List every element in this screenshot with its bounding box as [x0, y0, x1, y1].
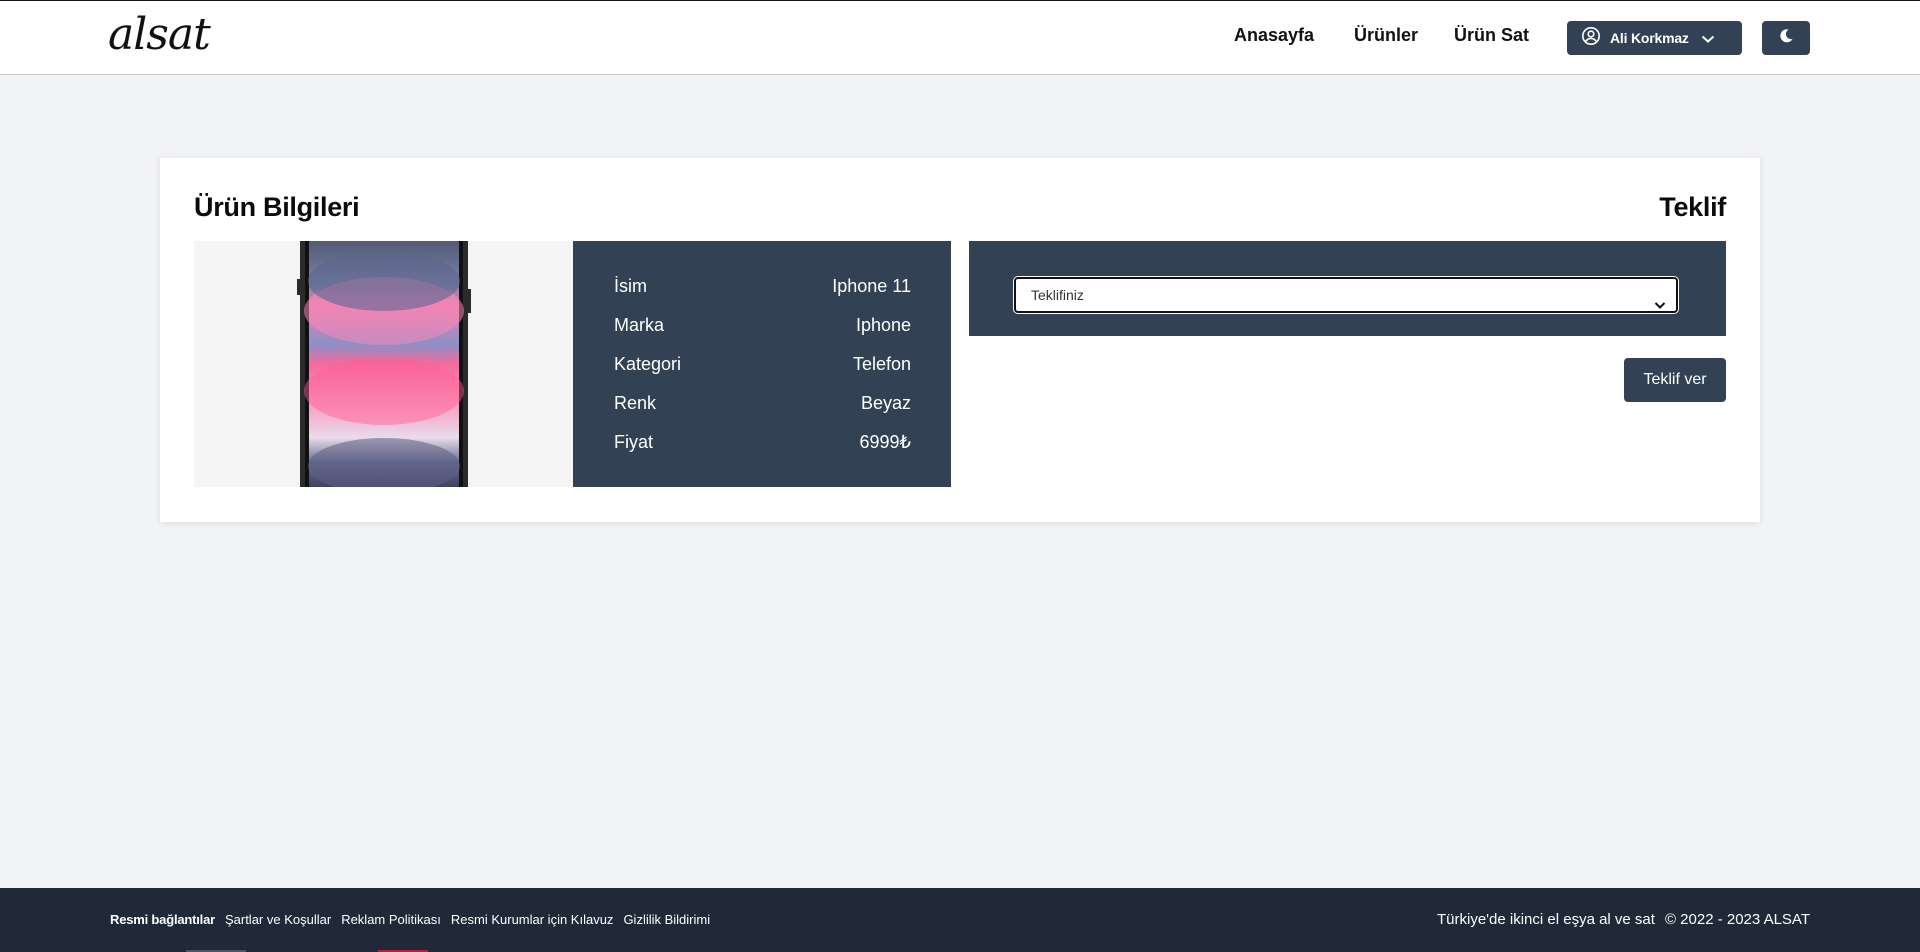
- info-row-name: İsim Iphone 11: [614, 275, 911, 314]
- info-row-category: Kategori Telefon: [614, 353, 911, 392]
- offer-panel: Teklifiniz: [969, 241, 1726, 336]
- product-info-panel: İsim Iphone 11 Marka Iphone Kategori Tel…: [573, 241, 951, 487]
- info-value-category: Telefon: [852, 354, 911, 374]
- info-value-color: Beyaz: [860, 393, 911, 413]
- offer-select-value: Teklifiniz: [1031, 287, 1084, 303]
- info-value-brand: Iphone: [855, 315, 911, 335]
- info-label-color: Renk: [614, 393, 657, 413]
- info-row-brand: Marka Iphone: [614, 314, 911, 353]
- footer-heading: Resmi bağlantılar: [110, 912, 215, 927]
- moon-icon: [1778, 28, 1794, 48]
- info-label-price: Fiyat: [614, 432, 654, 452]
- footer-link-privacy[interactable]: Gizlilik Bildirimi: [623, 912, 710, 927]
- product-image: [194, 241, 574, 487]
- info-value-name: Iphone 11: [832, 276, 911, 296]
- info-label-name: İsim: [614, 276, 647, 296]
- footer-links: Resmi bağlantılar Şartlar ve Koşullar Re…: [110, 912, 710, 927]
- nav-link-home[interactable]: Anasayfa: [1234, 25, 1314, 46]
- user-menu-button[interactable]: Ali Korkmaz: [1567, 21, 1742, 55]
- chevron-down-icon: [1701, 29, 1715, 48]
- footer-link-terms[interactable]: Şartlar ve Koşullar: [225, 912, 331, 927]
- chevron-down-icon: [1654, 289, 1666, 321]
- user-circle-icon: [1581, 26, 1601, 50]
- footer-link-ads-policy[interactable]: Reklam Politikası: [341, 912, 441, 927]
- info-label-brand: Marka: [614, 315, 665, 335]
- submit-offer-button[interactable]: Teklif ver: [1624, 358, 1726, 402]
- nav-link-sell[interactable]: Ürün Sat: [1454, 25, 1529, 46]
- nav-link-products[interactable]: Ürünler: [1354, 25, 1418, 46]
- navbar: alsat Anasayfa Ürünler Ürün Sat Ali Kork…: [0, 0, 1920, 75]
- theme-toggle-button[interactable]: [1762, 21, 1810, 55]
- footer-copyright: © 2022 - 2023 ALSAT: [1664, 911, 1810, 928]
- info-row-color: Renk Beyaz: [614, 392, 911, 431]
- info-row-price: Fiyat 6999₺: [614, 431, 911, 470]
- logo[interactable]: alsat: [108, 9, 211, 60]
- product-info-title: Ürün Bilgileri: [194, 192, 360, 222]
- info-label-category: Kategori: [614, 354, 682, 374]
- footer-tagline: Türkiye'de ikinci el eşya al ve sat: [1436, 911, 1655, 928]
- offer-select[interactable]: Teklifiniz: [1014, 277, 1678, 313]
- footer-link-authorities-guide[interactable]: Resmi Kurumlar için Kılavuz: [451, 912, 614, 927]
- footer: Resmi bağlantılar Şartlar ve Koşullar Re…: [0, 888, 1920, 952]
- footer-right: Türkiye'de ikinci el eşya al ve sat © 20…: [1437, 911, 1810, 928]
- user-name: Ali Korkmaz: [1610, 30, 1689, 46]
- offer-title: Teklif: [1659, 192, 1726, 222]
- info-value-price: 6999₺: [859, 432, 912, 452]
- product-detail-card: Ürün Bilgileri Teklif İsim Iphone 11 Mar…: [160, 158, 1760, 522]
